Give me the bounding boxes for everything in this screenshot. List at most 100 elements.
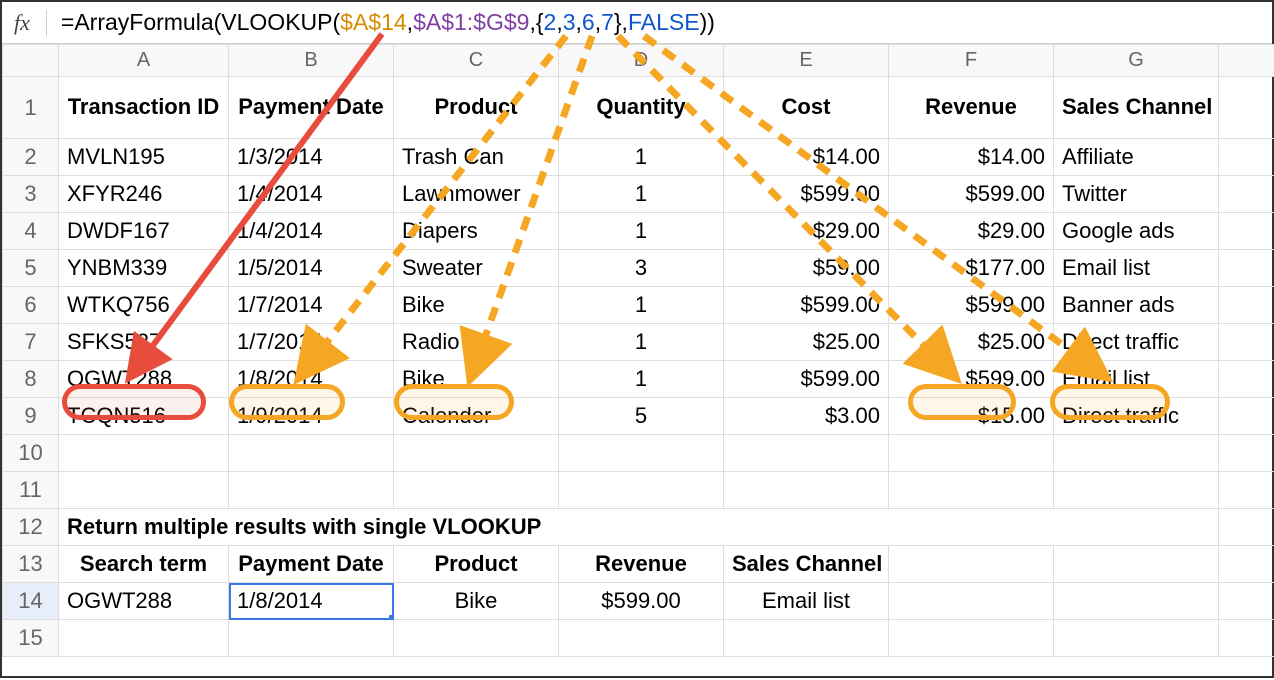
cell[interactable]: Bike [394,583,559,620]
cell[interactable]: Twitter [1054,176,1219,213]
cell[interactable] [1219,583,1274,620]
cell[interactable]: Sales Channel [1054,77,1219,139]
cell[interactable] [1219,324,1274,361]
cell[interactable]: XFYR246 [59,176,229,213]
row-header[interactable]: 10 [3,435,59,472]
cell[interactable]: MVLN195 [59,139,229,176]
cell[interactable] [889,583,1054,620]
cell[interactable] [1219,287,1274,324]
cell[interactable]: 1/9/2014 [229,398,394,435]
cell[interactable]: 1/4/2014 [229,176,394,213]
cell[interactable] [1054,620,1219,657]
cell[interactable] [724,472,889,509]
cell[interactable] [1219,398,1274,435]
cell[interactable] [559,472,724,509]
cell[interactable] [1219,361,1274,398]
cell[interactable]: Revenue [889,77,1054,139]
cell[interactable] [1219,176,1274,213]
col-header-G[interactable]: G [1054,45,1219,77]
cell[interactable] [1054,435,1219,472]
cell[interactable]: $599.00 [724,176,889,213]
cell[interactable]: 1/8/2014 [229,361,394,398]
cell[interactable]: 1 [559,361,724,398]
cell[interactable] [229,472,394,509]
cell[interactable]: 1 [559,213,724,250]
row-header[interactable]: 9 [3,398,59,435]
row-header[interactable]: 6 [3,287,59,324]
cell[interactable]: Direct traffic [1054,398,1219,435]
cell[interactable] [1054,583,1219,620]
cell[interactable]: Revenue [559,546,724,583]
cell[interactable]: 1/4/2014 [229,213,394,250]
cell[interactable]: $14.00 [889,139,1054,176]
section-title[interactable]: Return multiple results with single VLOO… [59,509,1219,546]
cell[interactable]: Product [394,546,559,583]
cell[interactable]: TCQN516 [59,398,229,435]
cell[interactable]: $25.00 [889,324,1054,361]
cell[interactable] [59,435,229,472]
col-header-C[interactable]: C [394,45,559,77]
cell[interactable]: Sales Channel [724,546,889,583]
cell[interactable]: Transaction ID [59,77,229,139]
cell[interactable]: Lawnmower [394,176,559,213]
cell[interactable]: Bike [394,287,559,324]
row-header[interactable]: 3 [3,176,59,213]
cell[interactable]: YNBM339 [59,250,229,287]
col-header-A[interactable]: A [59,45,229,77]
cell[interactable] [1054,472,1219,509]
cell[interactable]: Cost [724,77,889,139]
cell[interactable]: Direct traffic [1054,324,1219,361]
cell[interactable]: 1 [559,287,724,324]
cell[interactable]: Bike [394,361,559,398]
cell[interactable]: 1 [559,176,724,213]
cell[interactable]: $29.00 [724,213,889,250]
cell[interactable] [889,546,1054,583]
cell[interactable]: $29.00 [889,213,1054,250]
cell[interactable]: Payment Date [229,546,394,583]
cell[interactable] [59,472,229,509]
cell[interactable]: $14.00 [724,139,889,176]
spreadsheet-grid[interactable]: A B C D E F G 1 Transaction ID Payment D… [2,44,1274,657]
cell[interactable]: Calender [394,398,559,435]
cell[interactable] [724,435,889,472]
cell[interactable] [1219,509,1274,546]
cell[interactable]: $599.00 [724,287,889,324]
cell[interactable]: 5 [559,398,724,435]
cell[interactable]: Diapers [394,213,559,250]
cell[interactable]: Google ads [1054,213,1219,250]
row-header[interactable]: 15 [3,620,59,657]
cell-selected[interactable]: 1/8/2014 [229,583,394,620]
col-header-D[interactable]: D [559,45,724,77]
cell[interactable] [559,435,724,472]
row-header[interactable]: 13 [3,546,59,583]
row-header[interactable]: 2 [3,139,59,176]
cell[interactable] [1219,250,1274,287]
cell[interactable]: $177.00 [889,250,1054,287]
cell[interactable] [394,620,559,657]
cell[interactable]: $59.00 [724,250,889,287]
cell[interactable]: Product [394,77,559,139]
cell[interactable]: Search term [59,546,229,583]
cell[interactable]: 3 [559,250,724,287]
cell[interactable]: $599.00 [889,176,1054,213]
cell[interactable] [1219,546,1274,583]
cell[interactable]: 1 [559,139,724,176]
cell[interactable]: Email list [1054,250,1219,287]
cell[interactable]: Email list [724,583,889,620]
col-header-F[interactable]: F [889,45,1054,77]
cell[interactable] [1219,435,1274,472]
cell[interactable] [724,620,889,657]
cell[interactable] [889,472,1054,509]
cell[interactable]: $599.00 [889,361,1054,398]
row-header[interactable]: 1 [3,77,59,139]
cell[interactable]: Banner ads [1054,287,1219,324]
cell[interactable]: 1/5/2014 [229,250,394,287]
cell[interactable] [229,620,394,657]
cell[interactable]: OGWT288 [59,361,229,398]
cell[interactable]: Quantity [559,77,724,139]
row-header[interactable]: 12 [3,509,59,546]
row-header[interactable]: 4 [3,213,59,250]
cell[interactable]: 1/7/2014 [229,324,394,361]
cell[interactable]: WTKQ756 [59,287,229,324]
formula-input[interactable]: =ArrayFormula(VLOOKUP($A$14,$A$1:$G$9,{2… [61,9,715,36]
